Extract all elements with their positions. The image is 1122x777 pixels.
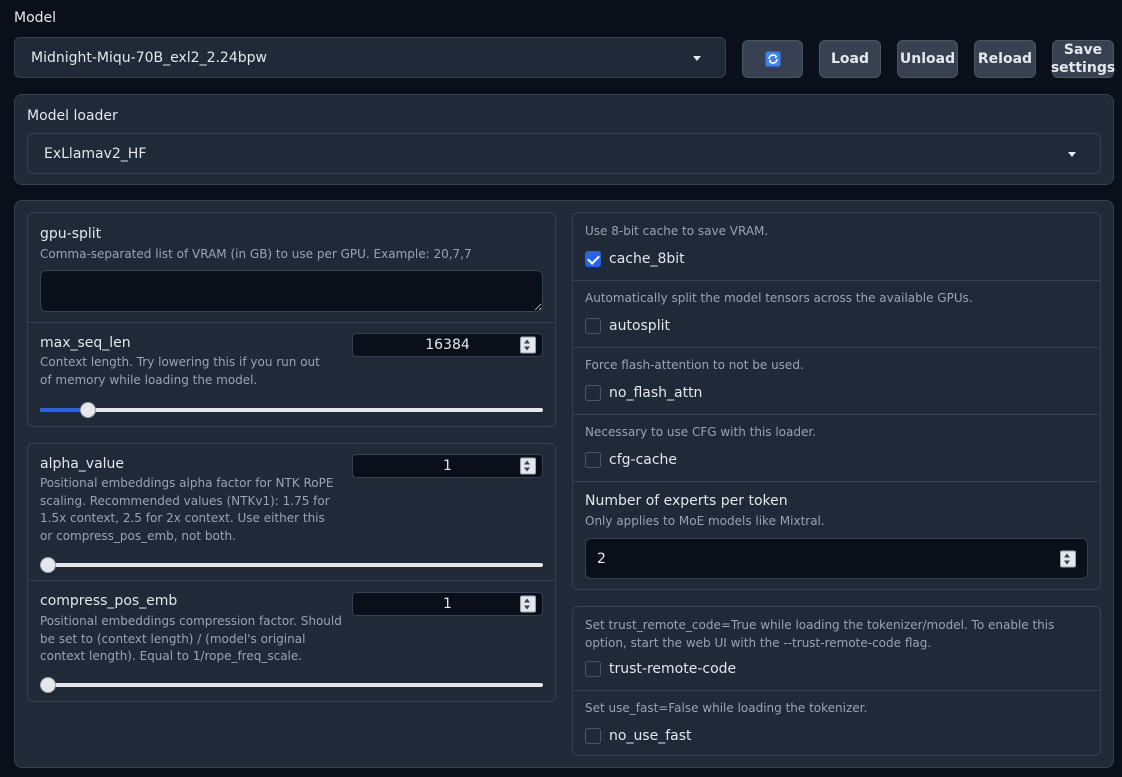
no-flash-attn-checkbox[interactable]: no_flash_attn [585, 385, 702, 401]
alpha-value-description: Positional embeddings alpha factor for N… [40, 476, 334, 543]
max-seq-len-value: 16384 [425, 337, 470, 353]
load-button[interactable]: Load [819, 40, 881, 78]
tokenizer-options-group: Set trust_remote_code=True while loading… [572, 606, 1101, 756]
model-loader-label: Model loader [27, 108, 118, 124]
spinner-icon[interactable] [520, 595, 536, 613]
no-flash-attn-label: no_flash_attn [609, 385, 703, 401]
unload-button[interactable]: Unload [897, 40, 958, 78]
checkbox-icon[interactable] [585, 452, 601, 468]
compress-pos-emb-number-input[interactable]: 1 [352, 592, 543, 616]
divider [573, 414, 1100, 415]
num-experts-description: Only applies to MoE models like Mixtral. [585, 514, 825, 528]
checkbox-icon[interactable] [585, 385, 601, 401]
slider-thumb[interactable] [79, 402, 96, 418]
divider [573, 690, 1100, 691]
model-loader-dropdown[interactable]: ExLlamav2_HF [27, 133, 1101, 174]
spinner-icon[interactable] [520, 457, 536, 475]
compress-pos-emb-label: compress_pos_emb [40, 593, 178, 609]
cfg-cache-checkbox[interactable]: cfg-cache [585, 452, 677, 468]
no-use-fast-description: Set use_fast=False while loading the tok… [585, 701, 868, 715]
spinner-icon[interactable] [1060, 550, 1076, 567]
checkbox-icon[interactable] [585, 661, 601, 677]
save-settings-button[interactable]: Save settings [1051, 40, 1115, 78]
divider [28, 322, 555, 323]
checkbox-icon[interactable] [585, 318, 601, 334]
divider [573, 347, 1100, 348]
autosplit-checkbox[interactable]: autosplit [585, 318, 670, 334]
compress-pos-emb-slider[interactable] [40, 677, 543, 693]
divider [28, 580, 555, 581]
cache-8bit-label: cache_8bit [609, 251, 685, 267]
checkbox-checked-icon[interactable] [585, 251, 601, 267]
model-dropdown[interactable]: Midnight-Miqu-70B_exl2_2.24bpw [14, 37, 726, 78]
num-experts-label: Number of experts per token [585, 493, 788, 509]
cfg-cache-description: Necessary to use CFG with this loader. [585, 425, 817, 439]
slider-thumb[interactable] [40, 677, 56, 693]
model-selected-value: Midnight-Miqu-70B_exl2_2.24bpw [31, 49, 267, 66]
trust-remote-code-checkbox[interactable]: trust-remote-code [585, 661, 736, 677]
trust-remote-code-label: trust-remote-code [609, 661, 737, 677]
no-use-fast-checkbox[interactable]: no_use_fast [585, 728, 692, 744]
gpu-split-label: gpu-split [40, 226, 102, 242]
max-seq-len-number-input[interactable]: 16384 [352, 333, 543, 357]
rope-settings-group: alpha_value Positional embeddings alpha … [27, 443, 556, 702]
chevron-down-icon [1068, 151, 1076, 157]
trust-remote-code-description: Set trust_remote_code=True while loading… [585, 618, 1055, 650]
loader-options-group: Use 8-bit cache to save VRAM. cache_8bit… [572, 212, 1101, 590]
gpu-split-description: Comma-separated list of VRAM (in GB) to … [40, 247, 472, 261]
alpha-value-number-input[interactable]: 1 [352, 454, 543, 478]
chevron-down-icon [693, 55, 701, 61]
reload-button[interactable]: Reload [974, 40, 1036, 78]
cfg-cache-label: cfg-cache [609, 452, 678, 468]
slider-thumb[interactable] [40, 557, 56, 573]
alpha-value-slider[interactable] [40, 557, 543, 573]
cache-8bit-checkbox[interactable]: cache_8bit [585, 251, 685, 267]
spinner-icon[interactable] [520, 336, 536, 354]
num-experts-value: 2 [597, 550, 606, 567]
refresh-button[interactable] [742, 40, 803, 78]
no-use-fast-label: no_use_fast [609, 728, 692, 744]
max-seq-len-label: max_seq_len [40, 335, 131, 351]
cache-8bit-description: Use 8-bit cache to save VRAM. [585, 224, 769, 238]
max-seq-len-description: Context length. Try lowering this if you… [40, 355, 320, 387]
memory-settings-group: gpu-split Comma-separated list of VRAM (… [27, 212, 556, 427]
divider [573, 481, 1100, 482]
model-loader-panel: Model loader ExLlamav2_HF [14, 94, 1114, 185]
alpha-value-label: alpha_value [40, 456, 125, 472]
max-seq-len-slider[interactable] [40, 402, 543, 418]
num-experts-input[interactable]: 2 [585, 538, 1088, 579]
compress-pos-emb-description: Positional embeddings compression factor… [40, 614, 342, 663]
divider [573, 280, 1100, 281]
alpha-value-value: 1 [443, 458, 452, 474]
checkbox-icon[interactable] [585, 728, 601, 744]
model-loader-selected-value: ExLlamav2_HF [44, 145, 147, 162]
gpu-split-input[interactable] [40, 270, 543, 312]
no-flash-attn-description: Force flash-attention to not be used. [585, 358, 804, 372]
autosplit-label: autosplit [609, 318, 670, 334]
refresh-icon [765, 51, 781, 67]
model-label: Model [14, 10, 57, 26]
autosplit-description: Automatically split the model tensors ac… [585, 291, 973, 305]
compress-pos-emb-value: 1 [443, 596, 452, 612]
